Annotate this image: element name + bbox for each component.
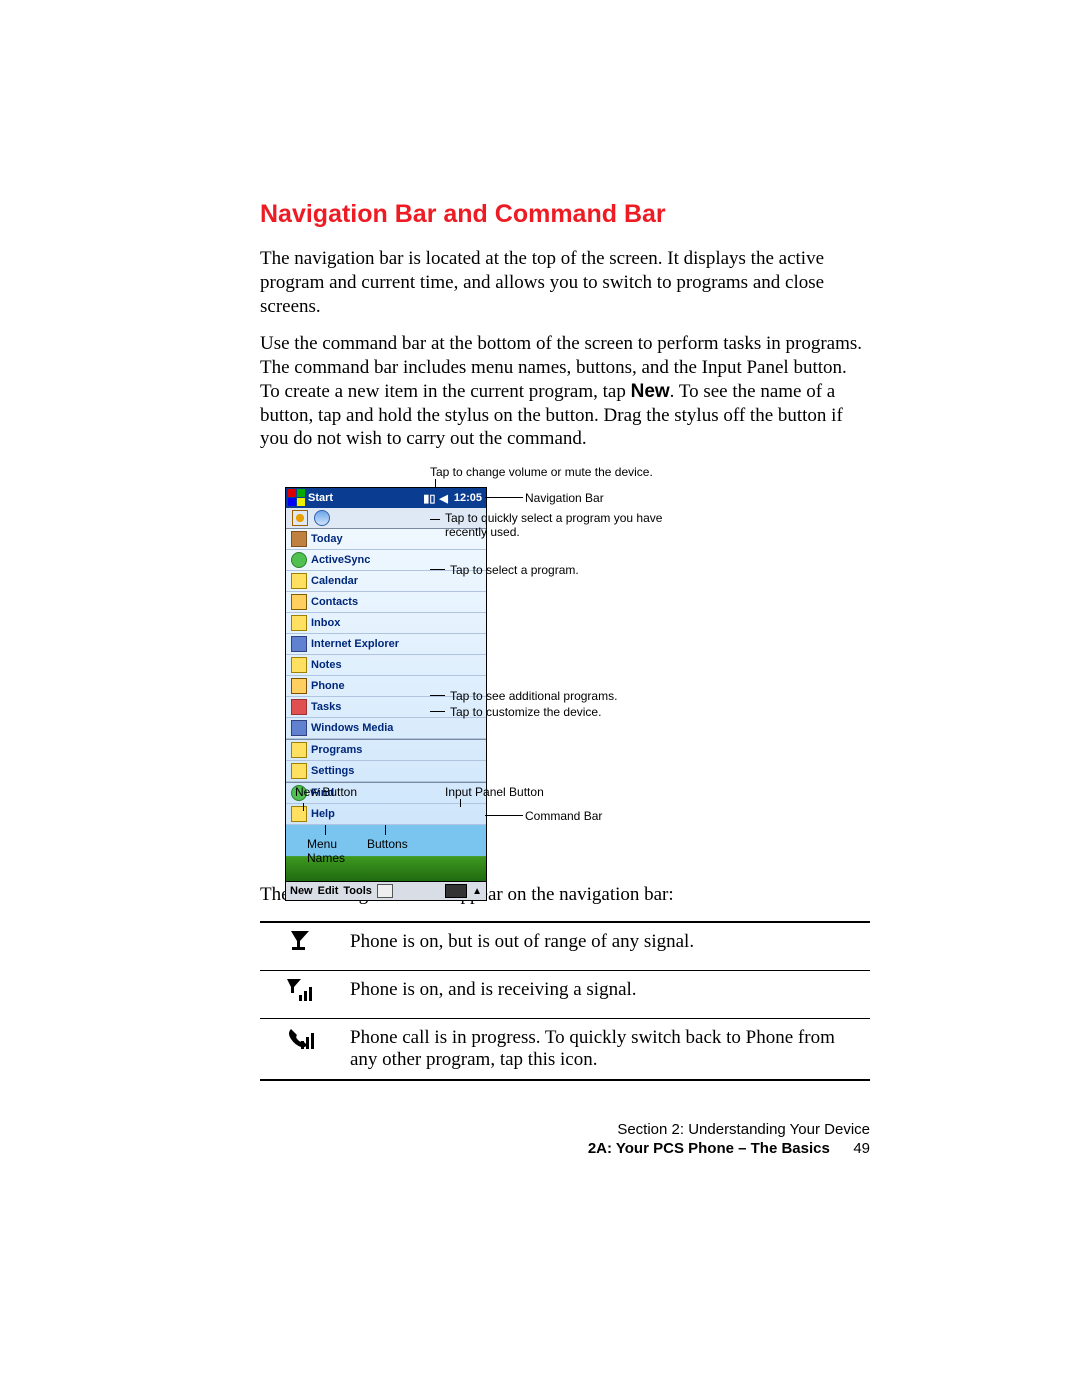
leader-buttons-v [385, 825, 386, 835]
leader-inputbtn-v [460, 799, 461, 807]
page-footer: Section 2: Understanding Your Device 2A:… [260, 1121, 870, 1157]
menu-notes: Notes [286, 655, 486, 676]
device-figure: Tap to change volume or mute the device.… [285, 465, 845, 865]
input-panel-icon [445, 884, 467, 898]
leader-menuitem [430, 569, 445, 570]
leader-newbtn-v [303, 803, 304, 811]
recent-ie-icon [314, 510, 330, 526]
leader-recent [430, 519, 440, 520]
menu-ie: Internet Explorer [286, 634, 486, 655]
notes-icon [291, 657, 307, 673]
caption-buttons: Buttons [367, 837, 408, 851]
icon-row-3: Phone call is in progress. To quickly sw… [260, 1018, 870, 1080]
programs-icon [291, 742, 307, 758]
navbar-icons-table: Phone is on, but is out of range of any … [260, 921, 870, 1081]
help-icon [291, 806, 307, 822]
icon-desc-3: Phone call is in progress. To quickly sw… [340, 1018, 870, 1080]
cmd-tools: Tools [343, 885, 372, 897]
menu-programs: Programs [286, 739, 486, 761]
icon-no-signal [260, 922, 340, 971]
caption-recent: Tap to quickly select a program you have… [445, 511, 695, 540]
clock: 12:05 [450, 492, 486, 504]
icon-call-progress [260, 1018, 340, 1080]
command-bar: New Edit Tools ▲ [286, 881, 486, 900]
leader-programs [430, 695, 445, 696]
menu-contacts: Contacts [286, 592, 486, 613]
icon-row-1: Phone is on, but is out of range of any … [260, 922, 870, 971]
wmedia-icon [291, 720, 307, 736]
tasks-icon [291, 699, 307, 715]
paragraph-1: The navigation bar is located at the top… [260, 247, 870, 318]
icon-row-2: Phone is on, and is receiving a signal. [260, 970, 870, 1018]
leader-navbar [485, 497, 523, 498]
para2-new-bold: New [631, 381, 670, 402]
start-label: Start [308, 492, 421, 504]
caption-navbar: Navigation Bar [525, 491, 604, 505]
inbox-icon [291, 615, 307, 631]
footer-section: Section 2: Understanding Your Device [260, 1121, 870, 1138]
cmd-button-icon [377, 884, 393, 898]
leader-cmdbar [485, 815, 523, 816]
cmd-new: New [290, 885, 313, 897]
activesync-icon [291, 552, 307, 568]
today-icon [291, 531, 307, 547]
settings-icon [291, 763, 307, 779]
page-number: 49 [834, 1140, 870, 1157]
phone-icon [291, 678, 307, 694]
paragraph-2: Use the command bar at the bottom of the… [260, 332, 870, 451]
caption-inputbtn: Input Panel Button [445, 785, 544, 799]
menu-help: Help [286, 804, 486, 825]
caption-cmdbar: Command Bar [525, 809, 602, 823]
menu-settings: Settings [286, 761, 486, 782]
section-heading: Navigation Bar and Command Bar [260, 200, 870, 229]
caption-newbtn: New Button [295, 785, 357, 799]
input-panel-caret-icon: ▲ [472, 886, 482, 897]
recent-home-icon [292, 510, 308, 526]
footer-subsection: 2A: Your PCS Phone – The Basics [588, 1140, 830, 1157]
calendar-icon [291, 573, 307, 589]
signal-icon: ▮▯ [421, 492, 437, 505]
caption-menunames: Menu Names [307, 837, 357, 865]
volume-icon: ◀ [437, 492, 449, 505]
leader-settings [430, 711, 445, 712]
contacts-icon [291, 594, 307, 610]
pda-navbar: Start ▮▯ ◀ 12:05 [286, 488, 486, 508]
windows-flag-icon [288, 489, 306, 507]
caption-programs: Tap to see additional programs. [450, 689, 617, 703]
ie-icon [291, 636, 307, 652]
cmd-edit: Edit [318, 885, 339, 897]
menu-wmedia: Windows Media [286, 718, 486, 739]
icon-desc-2: Phone is on, and is receiving a signal. [340, 970, 870, 1018]
caption-settings: Tap to customize the device. [450, 705, 601, 719]
caption-menuitem: Tap to select a program. [450, 563, 579, 577]
icon-desc-1: Phone is on, but is out of range of any … [340, 922, 870, 971]
caption-volume: Tap to change volume or mute the device. [430, 465, 653, 479]
menu-inbox: Inbox [286, 613, 486, 634]
icon-signal [260, 970, 340, 1018]
leader-menunames-v [325, 825, 326, 835]
